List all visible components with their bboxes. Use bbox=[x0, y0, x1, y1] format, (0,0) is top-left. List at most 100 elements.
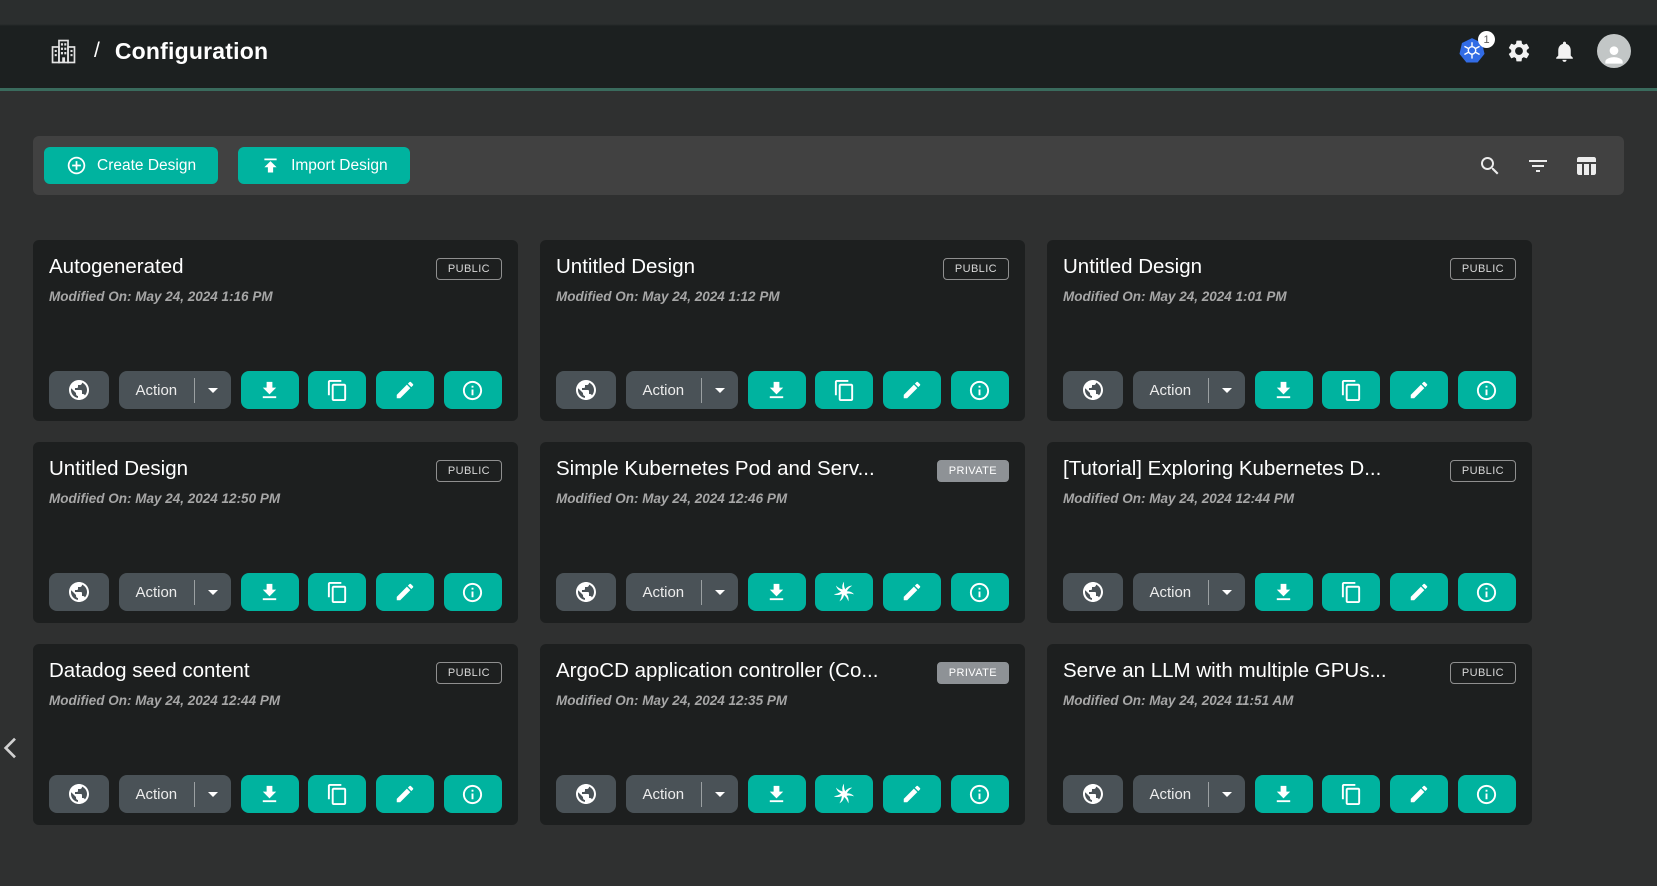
info-button[interactable] bbox=[951, 775, 1009, 813]
swirl-button[interactable] bbox=[815, 573, 873, 611]
search-icon[interactable] bbox=[1478, 154, 1502, 178]
edit-button[interactable] bbox=[376, 371, 434, 409]
page-title: Configuration bbox=[115, 38, 268, 65]
info-button[interactable] bbox=[444, 371, 502, 409]
chevron-down-icon[interactable] bbox=[702, 580, 738, 604]
globe-visibility-button[interactable] bbox=[556, 775, 616, 813]
copy-button[interactable] bbox=[308, 573, 366, 611]
action-split-button[interactable]: Action bbox=[626, 573, 738, 611]
action-split-button[interactable]: Action bbox=[119, 573, 231, 611]
context-count-badge: 1 bbox=[1478, 31, 1495, 48]
import-design-button[interactable]: Import Design bbox=[238, 147, 409, 184]
edit-button[interactable] bbox=[376, 775, 434, 813]
header-actions: 1 bbox=[1458, 34, 1631, 68]
chevron-down-icon[interactable] bbox=[702, 782, 738, 806]
notifications-bell-icon[interactable] bbox=[1552, 39, 1577, 64]
copy-button[interactable] bbox=[308, 371, 366, 409]
settings-gear-icon[interactable] bbox=[1506, 38, 1532, 64]
info-button[interactable] bbox=[951, 371, 1009, 409]
download-button[interactable] bbox=[1255, 775, 1313, 813]
action-split-button[interactable]: Action bbox=[1133, 573, 1245, 611]
chevron-down-icon[interactable] bbox=[1209, 580, 1245, 604]
globe-visibility-button[interactable] bbox=[556, 371, 616, 409]
design-title: Untitled Design bbox=[49, 457, 188, 481]
download-button[interactable] bbox=[241, 573, 299, 611]
action-label: Action bbox=[1133, 786, 1208, 803]
kubernetes-context-icon[interactable]: 1 bbox=[1458, 37, 1486, 65]
design-title: Autogenerated bbox=[49, 255, 184, 279]
chevron-down-icon[interactable] bbox=[1209, 782, 1245, 806]
action-label: Action bbox=[626, 382, 701, 399]
download-button[interactable] bbox=[748, 573, 806, 611]
download-button[interactable] bbox=[241, 775, 299, 813]
info-button[interactable] bbox=[444, 573, 502, 611]
copy-button[interactable] bbox=[308, 775, 366, 813]
user-avatar[interactable] bbox=[1597, 34, 1631, 68]
info-button[interactable] bbox=[444, 775, 502, 813]
edit-button[interactable] bbox=[1390, 371, 1448, 409]
chevron-down-icon[interactable] bbox=[195, 782, 231, 806]
edit-button[interactable] bbox=[883, 371, 941, 409]
card-action-bar: Action bbox=[1063, 775, 1516, 813]
sidebar-collapse-chevron[interactable] bbox=[3, 736, 19, 760]
filter-icon[interactable] bbox=[1526, 154, 1550, 178]
action-split-button[interactable]: Action bbox=[1133, 775, 1245, 813]
globe-visibility-button[interactable] bbox=[556, 573, 616, 611]
modified-date: Modified On: May 24, 2024 12:44 PM bbox=[49, 693, 502, 708]
table-view-icon[interactable] bbox=[1574, 154, 1598, 178]
add-circle-icon bbox=[66, 155, 87, 176]
building-icon[interactable] bbox=[48, 36, 79, 67]
globe-visibility-button[interactable] bbox=[1063, 573, 1123, 611]
chevron-down-icon[interactable] bbox=[702, 378, 738, 402]
chevron-down-icon[interactable] bbox=[195, 580, 231, 604]
globe-visibility-button[interactable] bbox=[49, 775, 109, 813]
copy-button[interactable] bbox=[1322, 775, 1380, 813]
modified-date: Modified On: May 24, 2024 12:44 PM bbox=[1063, 491, 1516, 506]
download-button[interactable] bbox=[241, 371, 299, 409]
action-split-button[interactable]: Action bbox=[1133, 371, 1245, 409]
info-button[interactable] bbox=[1458, 573, 1516, 611]
download-button[interactable] bbox=[748, 775, 806, 813]
create-design-button[interactable]: Create Design bbox=[44, 147, 218, 184]
chevron-down-icon[interactable] bbox=[195, 378, 231, 402]
action-label: Action bbox=[119, 786, 194, 803]
edit-button[interactable] bbox=[1390, 573, 1448, 611]
download-button[interactable] bbox=[1255, 573, 1313, 611]
globe-visibility-button[interactable] bbox=[1063, 775, 1123, 813]
card-action-bar: Action bbox=[49, 573, 502, 611]
card-action-bar: Action bbox=[49, 775, 502, 813]
edit-button[interactable] bbox=[883, 573, 941, 611]
visibility-badge: PUBLIC bbox=[1450, 460, 1516, 482]
globe-visibility-button[interactable] bbox=[49, 371, 109, 409]
edit-button[interactable] bbox=[883, 775, 941, 813]
copy-button[interactable] bbox=[1322, 371, 1380, 409]
edit-button[interactable] bbox=[1390, 775, 1448, 813]
copy-icon bbox=[833, 379, 856, 402]
visibility-badge: PRIVATE bbox=[937, 662, 1009, 684]
info-button[interactable] bbox=[1458, 775, 1516, 813]
visibility-badge: PUBLIC bbox=[436, 460, 502, 482]
chevron-down-icon[interactable] bbox=[1209, 378, 1245, 402]
create-design-label: Create Design bbox=[97, 157, 196, 175]
download-button[interactable] bbox=[1255, 371, 1313, 409]
action-split-button[interactable]: Action bbox=[626, 371, 738, 409]
action-split-button[interactable]: Action bbox=[626, 775, 738, 813]
swirl-icon bbox=[832, 782, 856, 806]
info-button[interactable] bbox=[1458, 371, 1516, 409]
download-button[interactable] bbox=[748, 371, 806, 409]
card-action-bar: Action bbox=[1063, 371, 1516, 409]
breadcrumb: / Configuration bbox=[48, 36, 268, 67]
swirl-button[interactable] bbox=[815, 775, 873, 813]
action-split-button[interactable]: Action bbox=[119, 775, 231, 813]
copy-icon bbox=[326, 783, 349, 806]
modified-date: Modified On: May 24, 2024 11:51 AM bbox=[1063, 693, 1516, 708]
globe-visibility-button[interactable] bbox=[1063, 371, 1123, 409]
copy-button[interactable] bbox=[815, 371, 873, 409]
copy-icon bbox=[1340, 379, 1363, 402]
globe-visibility-button[interactable] bbox=[49, 573, 109, 611]
action-split-button[interactable]: Action bbox=[119, 371, 231, 409]
card-action-bar: Action bbox=[556, 775, 1009, 813]
info-button[interactable] bbox=[951, 573, 1009, 611]
copy-button[interactable] bbox=[1322, 573, 1380, 611]
edit-button[interactable] bbox=[376, 573, 434, 611]
